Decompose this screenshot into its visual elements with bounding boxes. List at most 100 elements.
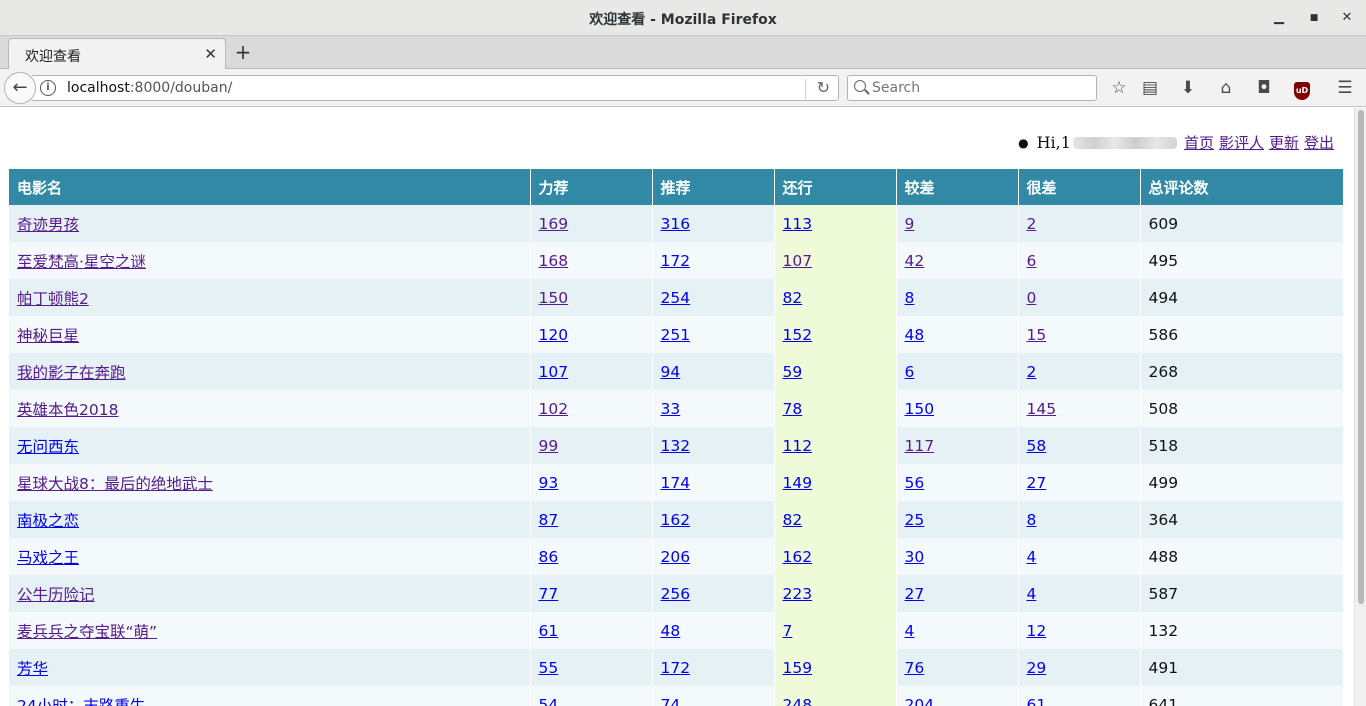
count-link-very-poor[interactable]: 145: [1027, 400, 1057, 418]
link-update[interactable]: 更新: [1269, 132, 1299, 153]
movie-link[interactable]: 马戏之王: [17, 549, 79, 567]
count-link-recommend[interactable]: 174: [661, 474, 691, 492]
count-link-poor[interactable]: 204: [905, 696, 935, 706]
maximize-button[interactable]: ■: [1305, 9, 1323, 27]
count-link-poor[interactable]: 42: [905, 252, 925, 270]
url-bar[interactable]: i localhost:8000/douban/ ↻: [32, 75, 839, 101]
count-link-very-poor[interactable]: 58: [1027, 437, 1047, 455]
count-link-very-poor[interactable]: 12: [1027, 622, 1047, 640]
count-link-recommend[interactable]: 162: [661, 511, 691, 529]
movie-link[interactable]: 南极之恋: [17, 512, 79, 530]
count-link-strongly-recommend[interactable]: 120: [539, 326, 569, 344]
count-link-very-poor[interactable]: 8: [1027, 511, 1037, 529]
count-link-strongly-recommend[interactable]: 54: [539, 696, 559, 706]
count-link-ok[interactable]: 223: [783, 585, 813, 603]
count-link-very-poor[interactable]: 2: [1027, 363, 1037, 381]
count-link-recommend[interactable]: 256: [661, 585, 691, 603]
count-link-poor[interactable]: 56: [905, 474, 925, 492]
count-link-recommend[interactable]: 48: [661, 622, 681, 640]
count-link-strongly-recommend[interactable]: 107: [539, 363, 569, 381]
tab-close-icon[interactable]: ✕: [204, 45, 217, 63]
page-scrollbar[interactable]: [1354, 108, 1366, 706]
count-link-poor[interactable]: 117: [905, 437, 935, 455]
pocket-icon[interactable]: ◘: [1252, 76, 1276, 100]
count-link-ok[interactable]: 248: [783, 696, 813, 706]
info-icon[interactable]: i: [40, 80, 56, 96]
download-icon[interactable]: ⬇: [1176, 76, 1200, 100]
count-link-ok[interactable]: 7: [783, 622, 793, 640]
movie-link[interactable]: 帕丁顿熊2: [17, 290, 89, 308]
movie-link[interactable]: 无问西东: [17, 438, 79, 456]
link-home[interactable]: 首页: [1184, 132, 1214, 153]
count-link-ok[interactable]: 112: [783, 437, 813, 455]
ublock-icon[interactable]: uD: [1290, 76, 1314, 100]
count-link-very-poor[interactable]: 29: [1027, 659, 1047, 677]
count-link-very-poor[interactable]: 2: [1027, 215, 1037, 233]
movie-link[interactable]: 芳华: [17, 660, 48, 678]
link-logout[interactable]: 登出: [1304, 132, 1334, 153]
count-link-strongly-recommend[interactable]: 150: [539, 289, 569, 307]
count-link-strongly-recommend[interactable]: 86: [539, 548, 559, 566]
count-link-poor[interactable]: 25: [905, 511, 925, 529]
movie-link[interactable]: 星球大战8：最后的绝地武士: [17, 475, 213, 493]
count-link-recommend[interactable]: 33: [661, 400, 681, 418]
count-link-strongly-recommend[interactable]: 102: [539, 400, 569, 418]
count-link-recommend[interactable]: 172: [661, 252, 691, 270]
count-link-poor[interactable]: 9: [905, 215, 915, 233]
count-link-recommend[interactable]: 206: [661, 548, 691, 566]
movie-link[interactable]: 至爱梵高·星空之谜: [17, 253, 146, 271]
count-link-poor[interactable]: 4: [905, 622, 915, 640]
count-link-ok[interactable]: 82: [783, 289, 803, 307]
new-tab-button[interactable]: +: [232, 41, 254, 63]
tab-active[interactable]: 欢迎查看 ✕: [8, 38, 226, 69]
home-icon[interactable]: ⌂: [1214, 76, 1238, 100]
movie-link[interactable]: 我的影子在奔跑: [17, 364, 126, 382]
search-input[interactable]: [872, 79, 1087, 97]
close-window-button[interactable]: ✕: [1338, 9, 1356, 27]
count-link-very-poor[interactable]: 4: [1027, 548, 1037, 566]
count-link-strongly-recommend[interactable]: 169: [539, 215, 569, 233]
count-link-poor[interactable]: 48: [905, 326, 925, 344]
count-link-very-poor[interactable]: 6: [1027, 252, 1037, 270]
count-link-ok[interactable]: 78: [783, 400, 803, 418]
count-link-poor[interactable]: 30: [905, 548, 925, 566]
movie-link[interactable]: 公牛历险记: [17, 586, 95, 604]
count-link-very-poor[interactable]: 27: [1027, 474, 1047, 492]
minimize-button[interactable]: ▁: [1270, 9, 1288, 27]
count-link-ok[interactable]: 152: [783, 326, 813, 344]
movie-link[interactable]: 奇迹男孩: [17, 216, 79, 234]
count-link-ok[interactable]: 149: [783, 474, 813, 492]
count-link-ok[interactable]: 159: [783, 659, 813, 677]
count-link-very-poor[interactable]: 15: [1027, 326, 1047, 344]
count-link-strongly-recommend[interactable]: 87: [539, 511, 559, 529]
count-link-very-poor[interactable]: 4: [1027, 585, 1037, 603]
reload-icon[interactable]: ↻: [817, 78, 830, 97]
count-link-ok[interactable]: 162: [783, 548, 813, 566]
count-link-recommend[interactable]: 251: [661, 326, 691, 344]
count-link-poor[interactable]: 8: [905, 289, 915, 307]
count-link-recommend[interactable]: 94: [661, 363, 681, 381]
movie-link[interactable]: 神秘巨星: [17, 327, 79, 345]
movie-link[interactable]: 麦兵兵之夺宝联“萌”: [17, 623, 157, 641]
count-link-ok[interactable]: 113: [783, 215, 813, 233]
count-link-very-poor[interactable]: 61: [1027, 696, 1047, 706]
count-link-strongly-recommend[interactable]: 168: [539, 252, 569, 270]
count-link-ok[interactable]: 59: [783, 363, 803, 381]
count-link-strongly-recommend[interactable]: 99: [539, 437, 559, 455]
reading-list-icon[interactable]: ▤: [1138, 76, 1162, 100]
count-link-poor[interactable]: 6: [905, 363, 915, 381]
link-critics[interactable]: 影评人: [1219, 132, 1264, 153]
count-link-ok[interactable]: 107: [783, 252, 813, 270]
count-link-recommend[interactable]: 172: [661, 659, 691, 677]
count-link-recommend[interactable]: 254: [661, 289, 691, 307]
back-arrow-icon[interactable]: ←: [4, 72, 36, 104]
count-link-strongly-recommend[interactable]: 61: [539, 622, 559, 640]
count-link-very-poor[interactable]: 0: [1027, 289, 1037, 307]
scrollbar-thumb[interactable]: [1358, 110, 1364, 604]
search-bar[interactable]: [847, 75, 1097, 101]
menu-icon[interactable]: ☰: [1333, 76, 1357, 100]
count-link-strongly-recommend[interactable]: 55: [539, 659, 559, 677]
count-link-poor[interactable]: 150: [905, 400, 935, 418]
count-link-strongly-recommend[interactable]: 93: [539, 474, 559, 492]
movie-link[interactable]: 24小时：末路重生: [17, 697, 145, 706]
